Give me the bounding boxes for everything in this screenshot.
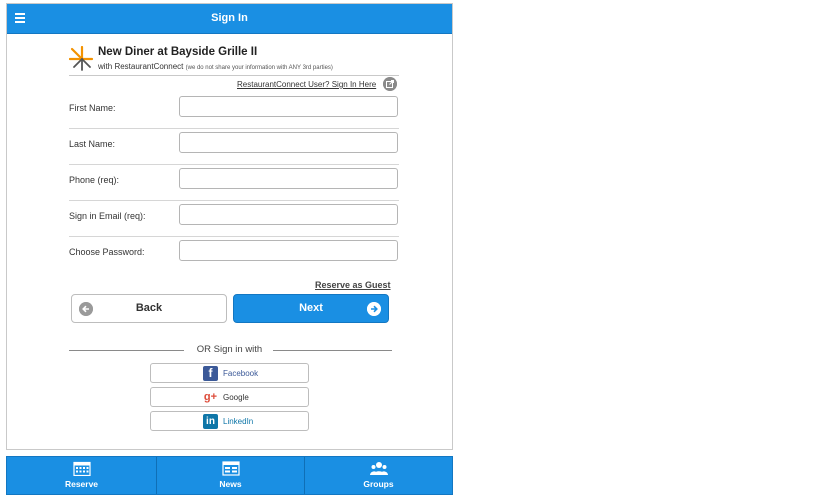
linkedin-signin-button[interactable]: in LinkedIn [150,411,309,431]
tab-groups[interactable]: Groups [304,457,452,494]
google-signin-button[interactable]: g+ Google [150,387,309,407]
restaurant-connect-logo [69,46,94,71]
last-name-input[interactable] [179,132,398,153]
form-row-first-name: First Name: [69,93,399,129]
linkedin-label: LinkedIn [223,417,254,426]
next-button-label: Next [299,302,323,314]
tab-groups-label: Groups [363,479,394,489]
restaurant-name: New Diner at Bayside Grille II [98,46,258,58]
bottom-tab-bar: Reserve News Groups [6,456,453,495]
restaurant-subtitle: with RestaurantConnect (we do not share … [98,62,333,71]
tab-news-label: News [219,479,242,489]
password-input[interactable] [179,240,398,261]
page-title: Sign In [211,12,248,24]
email-label: Sign in Email (req): [69,211,146,221]
form-row-email: Sign in Email (req): [69,201,399,237]
tab-reserve-label: Reserve [64,479,99,489]
first-name-input[interactable] [179,96,398,117]
tab-news[interactable]: News [156,457,304,494]
tab-reserve[interactable]: Reserve [7,457,156,494]
arrow-right-icon [367,302,381,316]
form-row-phone: Phone (req): [69,165,399,201]
app-frame: Sign In New Diner at Bayside Grille II w… [6,3,453,450]
facebook-signin-button[interactable]: f Facebook [150,363,309,383]
header-bar: Sign In [7,4,452,34]
with-text: with RestaurantConnect [98,62,184,71]
back-button[interactable]: Back [71,294,227,323]
email-input[interactable] [179,204,398,225]
divider-right [273,350,392,351]
reserve-as-guest-link[interactable]: Reserve as Guest [315,280,391,290]
first-name-label: First Name: [69,103,116,113]
password-label: Choose Password: [69,247,145,257]
restaurant-brand: New Diner at Bayside Grille II with Rest… [69,46,399,76]
news-icon [221,461,240,476]
last-name-label: Last Name: [69,139,116,149]
back-button-label: Back [135,302,163,314]
linkedin-icon: in [203,414,218,429]
privacy-note: (we do not share your information with A… [185,65,333,71]
phone-input[interactable] [179,168,398,189]
google-plus-icon: g+ [203,391,218,403]
form-row-last-name: Last Name: [69,129,399,165]
facebook-icon: f [203,366,218,381]
phone-label: Phone (req): [69,175,120,185]
facebook-label: Facebook [223,369,259,378]
form-row-password: Choose Password: [69,237,399,273]
external-link-icon[interactable] [383,77,397,91]
calendar-icon [72,461,91,476]
google-label: Google [223,393,249,402]
rc-signin-link[interactable]: RestaurantConnect User? Sign In Here [237,80,376,89]
groups-icon [369,462,388,475]
next-button[interactable]: Next [233,294,389,323]
